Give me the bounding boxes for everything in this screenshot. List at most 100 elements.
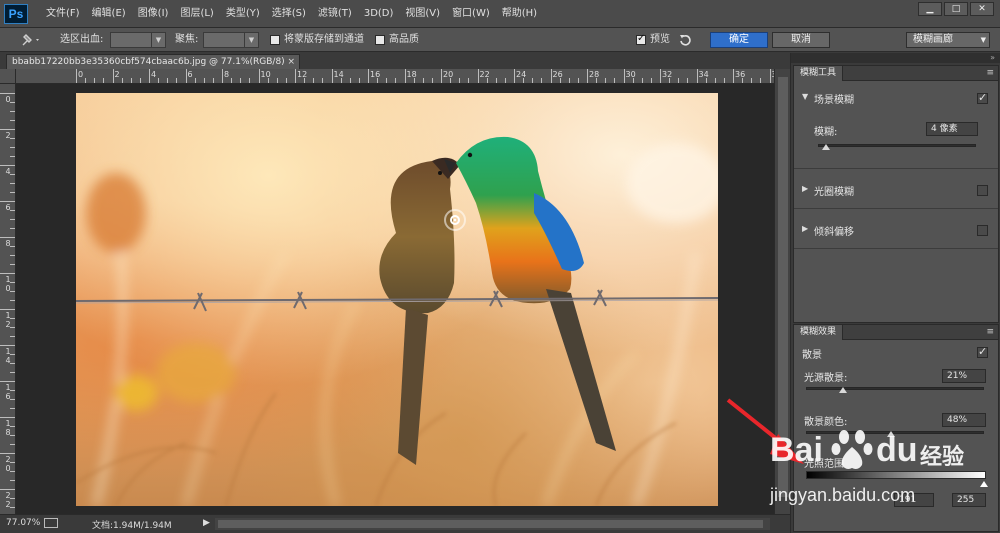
light-bokeh-slider-knob[interactable] <box>839 387 848 393</box>
ruler-tick <box>0 381 15 382</box>
ruler-label: 32 <box>662 70 673 79</box>
menu-3d[interactable]: 3D(D) <box>358 0 400 28</box>
tilt-shift-row[interactable]: ▶ 倾斜偏移 <box>794 220 998 244</box>
ruler-label: 18 <box>406 70 417 79</box>
ruler-tick <box>368 69 369 83</box>
ruler-tick <box>349 78 351 83</box>
horizontal-scrollbar[interactable] <box>215 518 770 530</box>
menu-file[interactable]: 文件(F) <box>40 0 86 28</box>
ruler-tick <box>212 78 214 83</box>
tilt-shift-label: 倾斜偏移 <box>814 227 854 238</box>
ruler-tick <box>295 69 296 83</box>
ruler-label: 34 <box>698 70 709 79</box>
light-bokeh-slider[interactable] <box>806 387 984 390</box>
panel-menu-icon[interactable]: ≡ <box>986 66 994 81</box>
menu-filter[interactable]: 滤镜(T) <box>312 0 358 28</box>
expand-triangle-icon[interactable]: ▼ <box>802 92 808 101</box>
ruler-label: 20 <box>443 70 454 79</box>
reset-icon[interactable] <box>677 32 693 48</box>
high-quality-checkbox[interactable] <box>375 35 385 45</box>
panel-menu-icon[interactable]: ≡ <box>986 325 994 340</box>
field-blur-checkbox[interactable] <box>977 91 988 104</box>
options-bar: 选区出血: ▼ 聚焦: ▼ 将蒙版存储到通道 高品质 预览 确定 取消 模糊画廊… <box>0 28 1000 52</box>
ruler-tick <box>0 165 15 166</box>
ok-button[interactable]: 确定 <box>710 32 768 48</box>
ruler-tick <box>10 282 15 283</box>
ruler-tick <box>10 228 15 229</box>
horizontal-ruler[interactable]: 02468101214161820222426283032343638 <box>16 69 774 84</box>
ruler-tick <box>149 69 150 83</box>
ruler-tick <box>10 255 15 256</box>
menu-help[interactable]: 帮助(H) <box>496 0 543 28</box>
ruler-origin[interactable] <box>0 69 16 84</box>
menu-select[interactable]: 选择(S) <box>266 0 312 28</box>
field-blur-label: 场景模糊 <box>814 95 854 106</box>
ruler-tick <box>10 120 15 121</box>
maximize-button[interactable]: □ <box>944 2 968 16</box>
minimize-button[interactable]: ▁ <box>918 2 942 16</box>
ruler-tick <box>386 78 388 83</box>
zoom-level[interactable]: 77.07% <box>6 518 40 528</box>
save-mask-checkbox[interactable] <box>270 35 280 45</box>
ruler-tick <box>10 210 15 211</box>
menu-edit[interactable]: 编辑(E) <box>86 0 132 28</box>
ruler-tick <box>10 480 15 481</box>
document-tab[interactable]: bbabb17220bb3e35360cbf574cbaac6b.jpg @ 7… <box>6 54 300 69</box>
ruler-label: 36 <box>735 70 746 79</box>
doc-info-icon[interactable] <box>44 518 58 528</box>
blur-amount-slider[interactable] <box>818 144 976 147</box>
ruler-tick <box>112 69 114 83</box>
ruler-tick <box>10 336 15 337</box>
menu-image[interactable]: 图像(I) <box>132 0 175 28</box>
tilt-shift-checkbox[interactable] <box>977 225 988 236</box>
ruler-tick <box>10 462 15 463</box>
ruler-tick <box>10 426 15 427</box>
iris-blur-checkbox[interactable] <box>977 185 988 196</box>
blur-amount-input[interactable]: 4 像素 <box>926 122 978 136</box>
ruler-tick <box>660 69 661 83</box>
scrollbar-thumb[interactable] <box>218 520 763 528</box>
blur-gallery-dropdown[interactable]: 模糊画廊 ▼ <box>906 32 990 48</box>
menu-view[interactable]: 视图(V) <box>399 0 446 28</box>
close-tab-icon[interactable]: × <box>287 55 295 69</box>
light-bokeh-row: 光源散景: 21% <box>794 367 998 399</box>
iris-blur-row[interactable]: ▶ 光圈模糊 <box>794 180 998 204</box>
menu-layer[interactable]: 图层(L) <box>174 0 219 28</box>
collapse-panels-icon[interactable]: » <box>791 53 1000 63</box>
tab-blur-tools[interactable]: 模糊工具 <box>794 66 844 81</box>
menu-type[interactable]: 类型(Y) <box>220 0 266 28</box>
status-menu-arrow[interactable]: ▶ <box>203 518 210 528</box>
close-window-button[interactable]: ✕ <box>970 2 994 16</box>
ruler-tick <box>10 390 15 391</box>
ruler-tick <box>10 102 15 103</box>
field-blur-row[interactable]: ▼ 场景模糊 <box>794 88 998 112</box>
canvas-area[interactable] <box>16 84 774 514</box>
pin-tool-icon[interactable] <box>20 32 42 48</box>
bokeh-checkbox[interactable] <box>977 345 988 358</box>
expand-triangle-icon[interactable]: ▶ <box>802 184 808 193</box>
cancel-button[interactable]: 取消 <box>772 32 830 48</box>
focus-input[interactable]: ▼ <box>203 32 259 48</box>
bokeh-row[interactable]: 散景 <box>794 343 998 363</box>
expand-triangle-icon[interactable]: ▶ <box>802 224 808 233</box>
ruler-tick <box>313 78 315 83</box>
blur-amount-slider-knob[interactable] <box>821 144 830 150</box>
baidu-watermark: Bai du 经验 jingyan.baidu.com <box>770 423 1000 518</box>
ruler-tick <box>10 291 15 292</box>
ruler-tick <box>10 264 15 265</box>
ruler-tick <box>267 78 269 83</box>
divider <box>794 168 998 169</box>
photoshop-logo: Ps <box>4 4 28 24</box>
tab-blur-effects[interactable]: 模糊效果 <box>794 325 844 340</box>
preview-checkbox[interactable] <box>636 33 646 45</box>
menu-window[interactable]: 窗口(W) <box>446 0 496 28</box>
ruler-tick <box>450 78 452 83</box>
vertical-ruler[interactable]: 0246810121416182022 <box>0 84 16 514</box>
bokeh-label: 散景 <box>802 350 822 361</box>
ruler-label: 2 <box>114 70 120 79</box>
selection-bleed-input[interactable]: ▼ <box>110 32 166 48</box>
ruler-tick <box>0 489 15 490</box>
ruler-tick <box>10 507 15 508</box>
light-bokeh-input[interactable]: 21% <box>942 369 986 383</box>
ruler-tick <box>322 78 324 83</box>
